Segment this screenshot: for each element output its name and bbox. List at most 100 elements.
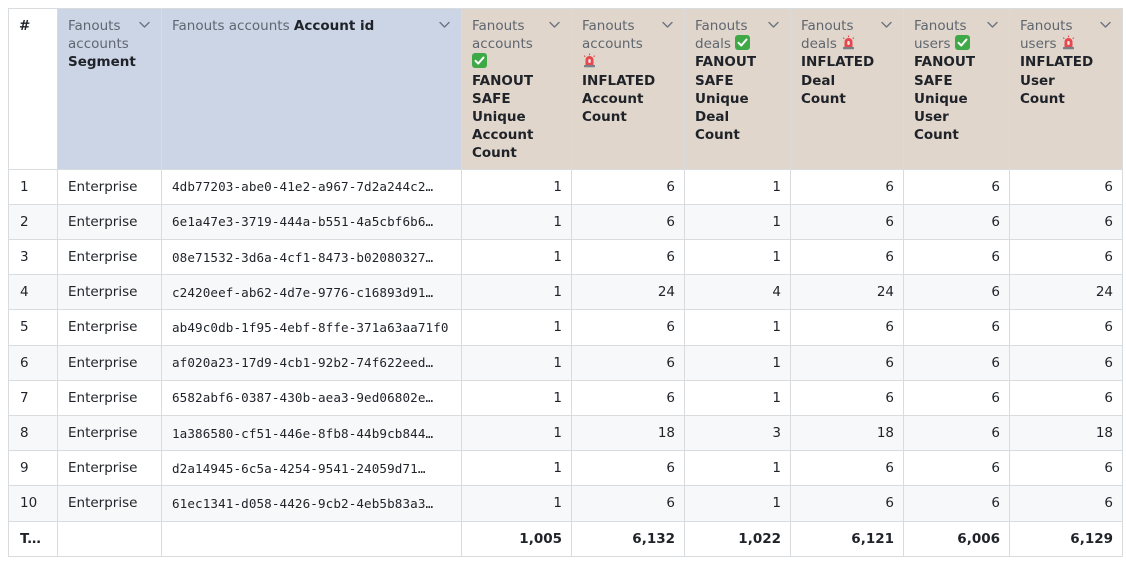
- cell-inflated-account-count[interactable]: 6: [571, 344, 685, 381]
- cell-safe-account-count[interactable]: 1: [461, 379, 572, 416]
- cell-inflated-user-count[interactable]: 18: [1009, 414, 1123, 452]
- cell-account-id[interactable]: 08e71532-3d6a-4cf1-8473-b02080327…: [161, 238, 462, 276]
- cell-account-id[interactable]: c2420eef-ab62-4d7e-9776-c16893d91…: [161, 274, 462, 311]
- cell-safe-user-count[interactable]: 6: [903, 485, 1010, 522]
- cell-inflated-account-count[interactable]: 6: [571, 485, 685, 522]
- cell-safe-account-count[interactable]: 1: [461, 238, 572, 276]
- cell-inflated-account-count[interactable]: 6: [571, 238, 685, 276]
- cell-safe-deal-count[interactable]: 1: [684, 168, 791, 205]
- cell-account-id[interactable]: 61ec1341-d058-4426-9cb2-4eb5b83a3…: [161, 485, 462, 522]
- cell-inflated-deal-count[interactable]: 6: [790, 238, 904, 276]
- cell-safe-account-count[interactable]: 1: [461, 344, 572, 381]
- cell-inflated-deal-count[interactable]: 6: [790, 203, 904, 241]
- chevron-down-icon[interactable]: [987, 21, 998, 29]
- cell-inflated-account-count[interactable]: 18: [571, 414, 685, 452]
- chevron-down-icon[interactable]: [768, 21, 779, 29]
- cell-safe-user-count[interactable]: 6: [903, 414, 1010, 452]
- cell-inflated-account-count[interactable]: 24: [571, 274, 685, 311]
- cell-inflated-user-count[interactable]: 6: [1009, 203, 1123, 241]
- chevron-down-icon[interactable]: [139, 21, 150, 29]
- cell-segment[interactable]: Enterprise: [57, 485, 162, 522]
- cell-account-id[interactable]: 6e1a47e3-3719-444a-b551-4a5cbf6b6…: [161, 203, 462, 241]
- cell-segment[interactable]: Enterprise: [57, 344, 162, 381]
- cell-inflated-deal-count[interactable]: 6: [790, 309, 904, 346]
- cell-safe-account-count[interactable]: 1: [461, 168, 572, 205]
- cell-account-id[interactable]: 4db77203-abe0-41e2-a967-7d2a244c2…: [161, 168, 462, 205]
- cell-inflated-account-count[interactable]: 6: [571, 450, 685, 487]
- cell-inflated-user-count[interactable]: 6: [1009, 168, 1123, 205]
- cell-inflated-deal-count[interactable]: 6: [790, 485, 904, 522]
- cell-segment[interactable]: Enterprise: [57, 450, 162, 487]
- table-row[interactable]: 8 Enterprise 1a386580-cf51-446e-8fb8-44b9c…: [8, 414, 1123, 452]
- cell-inflated-deal-count[interactable]: 6: [790, 168, 904, 205]
- chevron-down-icon[interactable]: [549, 21, 560, 29]
- cell-inflated-user-count[interactable]: 24: [1009, 274, 1123, 311]
- cell-safe-user-count[interactable]: 6: [903, 274, 1010, 311]
- cell-safe-deal-count[interactable]: 4: [684, 274, 791, 311]
- cell-account-id[interactable]: d2a14945-6c5a-4254-9541-24059d71…: [161, 450, 462, 487]
- table-row[interactable]: 7 Enterprise 6582abf6-0387-430b-aea3-9ed06…: [8, 379, 1123, 416]
- cell-safe-account-count[interactable]: 1: [461, 309, 572, 346]
- table-row[interactable]: 6 Enterprise af020a23-17d9-4cb1-92b2-74f62…: [8, 344, 1123, 381]
- cell-inflated-deal-count[interactable]: 24: [790, 274, 904, 311]
- column-header-inflated-account-count[interactable]: Fanouts accounts INFLATED Account Count: [571, 8, 685, 170]
- column-header-safe-account-count[interactable]: Fanouts accounts FANOUT SAFE Unique Acco…: [461, 8, 572, 170]
- table-row[interactable]: 2 Enterprise 6e1a47e3-3719-444a-b551-4a5cb…: [8, 203, 1123, 241]
- cell-safe-account-count[interactable]: 1: [461, 414, 572, 452]
- cell-segment[interactable]: Enterprise: [57, 414, 162, 452]
- cell-segment[interactable]: Enterprise: [57, 379, 162, 416]
- cell-safe-deal-count[interactable]: 1: [684, 379, 791, 416]
- column-header-segment[interactable]: Fanouts accounts Segment: [57, 8, 162, 170]
- cell-safe-deal-count[interactable]: 1: [684, 485, 791, 522]
- cell-inflated-account-count[interactable]: 6: [571, 168, 685, 205]
- cell-safe-user-count[interactable]: 6: [903, 168, 1010, 205]
- cell-safe-deal-count[interactable]: 1: [684, 450, 791, 487]
- column-header-safe-user-count[interactable]: Fanouts users FANOUT SAFE Unique User Co…: [903, 8, 1010, 170]
- column-header-account-id[interactable]: Fanouts accounts Account id: [161, 8, 462, 170]
- column-header-inflated-deal-count[interactable]: Fanouts deals INFLATED Deal Count: [790, 8, 904, 170]
- cell-inflated-user-count[interactable]: 6: [1009, 485, 1123, 522]
- cell-segment[interactable]: Enterprise: [57, 309, 162, 346]
- cell-safe-account-count[interactable]: 1: [461, 485, 572, 522]
- cell-account-id[interactable]: ab49c0db-1f95-4ebf-8ffe-371a63aa71f0: [161, 309, 462, 346]
- table-row[interactable]: 5 Enterprise ab49c0db-1f95-4ebf-8ffe-371a6…: [8, 309, 1123, 346]
- chevron-down-icon[interactable]: [1100, 21, 1111, 29]
- cell-segment[interactable]: Enterprise: [57, 203, 162, 241]
- chevron-down-icon[interactable]: [662, 21, 673, 29]
- chevron-down-icon[interactable]: [439, 21, 450, 29]
- cell-inflated-user-count[interactable]: 6: [1009, 309, 1123, 346]
- cell-inflated-account-count[interactable]: 6: [571, 309, 685, 346]
- column-header-inflated-user-count[interactable]: Fanouts users INFLATED User Count: [1009, 8, 1123, 170]
- table-row[interactable]: 4 Enterprise c2420eef-ab62-4d7e-9776-c1689…: [8, 274, 1123, 311]
- cell-inflated-user-count[interactable]: 6: [1009, 344, 1123, 381]
- cell-account-id[interactable]: af020a23-17d9-4cb1-92b2-74f622eed…: [161, 344, 462, 381]
- cell-inflated-deal-count[interactable]: 6: [790, 379, 904, 416]
- cell-safe-user-count[interactable]: 6: [903, 344, 1010, 381]
- table-row[interactable]: 3 Enterprise 08e71532-3d6a-4cf1-8473-b0208…: [8, 238, 1123, 276]
- cell-safe-deal-count[interactable]: 1: [684, 203, 791, 241]
- column-header-safe-deal-count[interactable]: Fanouts deals FANOUT SAFE Unique Deal Co…: [684, 8, 791, 170]
- chevron-down-icon[interactable]: [881, 21, 892, 29]
- cell-inflated-deal-count[interactable]: 18: [790, 414, 904, 452]
- cell-safe-deal-count[interactable]: 1: [684, 309, 791, 346]
- cell-inflated-account-count[interactable]: 6: [571, 203, 685, 241]
- cell-safe-account-count[interactable]: 1: [461, 274, 572, 311]
- table-row[interactable]: 1 Enterprise 4db77203-abe0-41e2-a967-7d2a2…: [8, 168, 1123, 205]
- cell-account-id[interactable]: 6582abf6-0387-430b-aea3-9ed06802e…: [161, 379, 462, 416]
- cell-safe-deal-count[interactable]: 3: [684, 414, 791, 452]
- cell-safe-deal-count[interactable]: 1: [684, 238, 791, 276]
- cell-inflated-deal-count[interactable]: 6: [790, 344, 904, 381]
- cell-segment[interactable]: Enterprise: [57, 168, 162, 205]
- cell-safe-user-count[interactable]: 6: [903, 238, 1010, 276]
- cell-inflated-user-count[interactable]: 6: [1009, 450, 1123, 487]
- cell-account-id[interactable]: 1a386580-cf51-446e-8fb8-44b9cb844…: [161, 414, 462, 452]
- cell-safe-user-count[interactable]: 6: [903, 203, 1010, 241]
- cell-safe-user-count[interactable]: 6: [903, 309, 1010, 346]
- cell-safe-account-count[interactable]: 1: [461, 450, 572, 487]
- cell-inflated-user-count[interactable]: 6: [1009, 238, 1123, 276]
- cell-safe-deal-count[interactable]: 1: [684, 344, 791, 381]
- cell-safe-user-count[interactable]: 6: [903, 450, 1010, 487]
- cell-safe-account-count[interactable]: 1: [461, 203, 572, 241]
- cell-inflated-deal-count[interactable]: 6: [790, 450, 904, 487]
- cell-inflated-user-count[interactable]: 6: [1009, 379, 1123, 416]
